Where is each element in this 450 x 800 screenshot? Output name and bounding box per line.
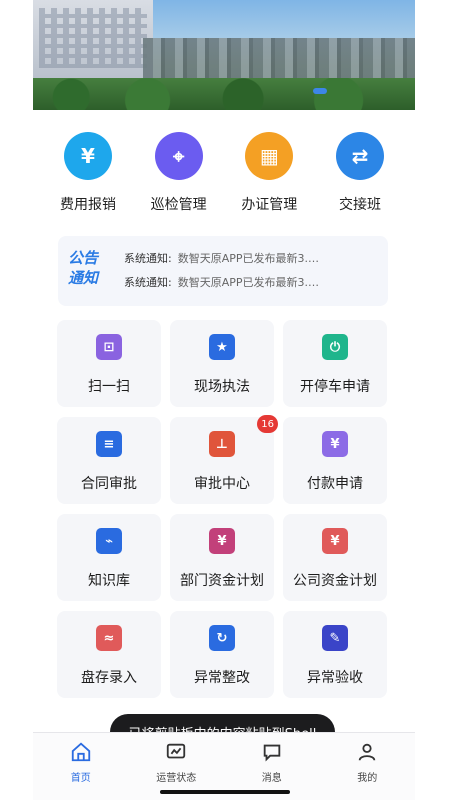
- quick-action-2[interactable]: ▦ 办证管理: [224, 132, 314, 214]
- map-pin-icon: ⌖: [154, 132, 203, 180]
- notice-item-message: 数智天原APP已发布最新3.…: [177, 276, 320, 289]
- home-indicator: [160, 790, 290, 794]
- carousel-indicator: [313, 88, 327, 94]
- notice-item-tag: 系统通知:: [124, 252, 172, 265]
- banner-trees-image: [33, 78, 415, 110]
- banner-building-image: [33, 0, 153, 80]
- acceptance-icon: ✎: [322, 625, 348, 651]
- police-badge-icon: ★: [209, 334, 235, 360]
- nav-item-3[interactable]: 我的: [327, 741, 407, 784]
- grid-card-10[interactable]: ↻ 异常整改: [170, 611, 274, 698]
- grid-card-4[interactable]: ⊥ 审批中心 16: [170, 415, 278, 504]
- home-icon: [70, 741, 92, 763]
- scan-icon: ⊡: [96, 334, 122, 360]
- grid-card-11[interactable]: ✎ 异常验收: [283, 611, 387, 698]
- nav-item-0[interactable]: 首页: [41, 741, 121, 784]
- knowledge-icon: ⌁: [96, 528, 122, 554]
- quick-action-label: 交接班: [338, 197, 381, 213]
- notice-item[interactable]: 系统通知: 数智天原APP已发布最新3.…: [124, 274, 319, 290]
- nav-label: 消息: [261, 773, 282, 784]
- nav-item-1[interactable]: 运营状态: [136, 741, 216, 784]
- contract-icon: ≡: [96, 431, 122, 457]
- quick-action-label: 巡检管理: [150, 197, 207, 213]
- user-switch-icon: ⇄: [335, 132, 384, 180]
- id-card-icon: ▦: [245, 132, 294, 180]
- notice-item-message: 数智天原APP已发布最新3.…: [177, 252, 320, 265]
- grid-card-9[interactable]: ≈ 盘存录入: [57, 611, 161, 698]
- grid-card-8[interactable]: ¥ 公司资金计划: [283, 514, 387, 601]
- grid-card-5[interactable]: ¥ 付款申请: [283, 417, 387, 504]
- notice-logo-line1: 公告: [68, 249, 99, 267]
- message-icon: [261, 741, 283, 763]
- quick-action-0[interactable]: ¥ 费用报销: [43, 132, 133, 214]
- grid-card-label: 扫一扫: [88, 379, 130, 395]
- notice-logo-line2: 通知: [68, 269, 99, 287]
- carousel-dot-active: [313, 88, 327, 94]
- quick-action-3[interactable]: ⇄ 交接班: [315, 132, 405, 214]
- yen-receipt-icon: ¥: [64, 132, 112, 180]
- grid-card-label: 付款申请: [307, 476, 363, 492]
- grid-card-0[interactable]: ⊡ 扫一扫: [57, 320, 161, 407]
- company-fund-icon: ¥: [322, 528, 348, 554]
- grid-card-label: 部门资金计划: [180, 573, 264, 589]
- notification-badge: 16: [257, 415, 278, 433]
- grid-card-label: 现场执法: [194, 379, 250, 395]
- quick-actions-row: ¥ 费用报销 ⌖ 巡检管理 ▦ 办证管理 ⇄ 交接班: [43, 132, 405, 214]
- grid-card-1[interactable]: ★ 现场执法: [170, 320, 274, 407]
- operations-icon: [165, 741, 187, 763]
- nav-label: 运营状态: [156, 773, 197, 784]
- grid-card-label: 异常验收: [307, 670, 363, 686]
- grid-card-label: 公司资金计划: [293, 573, 377, 589]
- stamp-icon: ⊥: [209, 431, 235, 457]
- grid-card-label: 开停车申请: [300, 379, 370, 395]
- inventory-icon: ≈: [96, 625, 122, 651]
- banner-carousel[interactable]: [33, 0, 415, 110]
- grid-card-label: 合同审批: [81, 476, 137, 492]
- nav-label: 首页: [70, 773, 91, 784]
- grid-card-label: 知识库: [88, 573, 130, 589]
- grid-card-2[interactable]: ⏻ 开停车申请: [283, 320, 387, 407]
- quick-action-label: 费用报销: [60, 197, 116, 213]
- quick-action-label: 办证管理: [241, 197, 298, 213]
- grid-card-label: 盘存录入: [81, 670, 137, 686]
- grid-card-3[interactable]: ≡ 合同审批: [57, 417, 161, 504]
- rectify-icon: ↻: [209, 625, 235, 651]
- notice-logo: 公告 通知: [68, 248, 108, 288]
- nav-item-2[interactable]: 消息: [232, 741, 312, 784]
- notice-panel[interactable]: 公告 通知 系统通知: 数智天原APP已发布最新3.… 系统通知: 数智天原APP已…: [58, 236, 388, 306]
- dept-fund-icon: ¥: [209, 528, 235, 554]
- grid-card-7[interactable]: ¥ 部门资金计划: [170, 514, 274, 601]
- function-grid: ⊡ 扫一扫 ★ 现场执法 ⏻ 开停车申请 ≡ 合同审批 ⊥ 审批中心 16 ¥ 付款申请 ⌁ 知识库 ¥ 部门资…: [57, 320, 387, 698]
- profile-icon: [356, 741, 378, 763]
- nav-label: 我的: [357, 773, 378, 784]
- notice-item[interactable]: 系统通知: 数智天原APP已发布最新3.…: [124, 250, 319, 266]
- grid-card-6[interactable]: ⌁ 知识库: [57, 514, 161, 601]
- grid-card-label: 异常整改: [194, 670, 250, 686]
- power-icon: ⏻: [322, 334, 348, 360]
- notice-item-tag: 系统通知:: [124, 276, 172, 289]
- grid-card-label: 审批中心: [194, 476, 250, 492]
- payment-icon: ¥: [322, 431, 348, 457]
- quick-action-1[interactable]: ⌖ 巡检管理: [134, 132, 224, 214]
